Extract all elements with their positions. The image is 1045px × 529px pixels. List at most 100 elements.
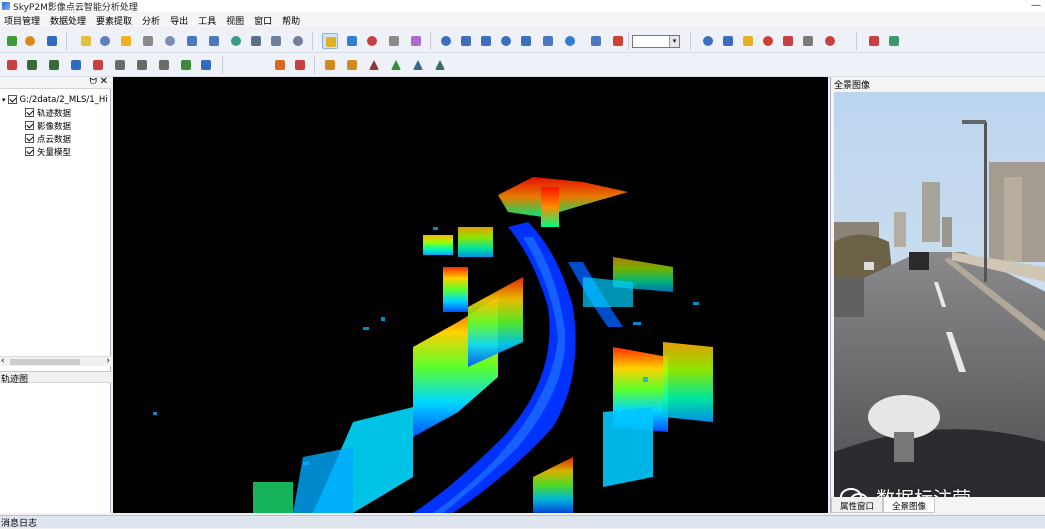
layer-b-button[interactable] [290, 33, 306, 49]
horizontal-scrollbar[interactable]: ‹ › [0, 356, 111, 366]
path-button[interactable] [562, 33, 578, 49]
delete-button[interactable] [760, 33, 776, 49]
brush-button[interactable] [292, 57, 308, 73]
tree-item-vector[interactable]: 矢量模型 [25, 145, 71, 158]
ramp-button[interactable] [366, 57, 382, 73]
checkbox[interactable] [25, 134, 34, 143]
play-button[interactable] [438, 33, 454, 49]
checkbox[interactable] [25, 108, 34, 117]
main-toolbar: ▾ [0, 29, 1045, 53]
prev-button[interactable] [498, 33, 514, 49]
save-button[interactable] [44, 33, 60, 49]
redo-icon [201, 60, 211, 70]
rectangle-button[interactable] [78, 33, 94, 49]
layers-button[interactable] [386, 33, 402, 49]
measure-button[interactable] [344, 33, 360, 49]
rotate-button[interactable] [228, 33, 244, 49]
bookmark-button[interactable] [780, 33, 796, 49]
menu-feature[interactable]: 要素提取 [92, 14, 138, 27]
tag-button[interactable] [112, 57, 128, 73]
globe-button[interactable] [97, 33, 113, 49]
pause-icon [461, 36, 471, 46]
frame-button[interactable] [800, 33, 816, 49]
cancel-button[interactable] [90, 57, 106, 73]
panorama-image[interactable]: 数据标注营 [834, 92, 1045, 497]
cross-button[interactable] [322, 57, 338, 73]
scroll-thumb[interactable] [10, 359, 80, 365]
pause-button[interactable] [458, 33, 474, 49]
tab-panorama[interactable]: 全景图像 [883, 498, 936, 513]
tree-item-trajectory[interactable]: 轨迹数据 [25, 106, 71, 119]
menu-window[interactable]: 窗口 [250, 14, 278, 27]
export-button[interactable] [866, 33, 882, 49]
trend-button[interactable] [24, 57, 40, 73]
lightbulb-button[interactable] [740, 33, 756, 49]
print-button[interactable] [822, 33, 838, 49]
redo-button[interactable] [198, 57, 214, 73]
checkbox[interactable] [7, 95, 17, 104]
tree-root[interactable]: ▾ G:/2data/2_MLS/1_Hi [2, 93, 108, 106]
menu-view[interactable]: 视图 [222, 14, 250, 27]
pin-icon[interactable]: ᗢ [90, 77, 97, 87]
zoom-out-button[interactable] [206, 33, 222, 49]
open-button[interactable] [22, 33, 38, 49]
insert-button[interactable] [540, 33, 556, 49]
minimize-button[interactable]: — [1031, 0, 1041, 11]
settings-grid-button[interactable] [886, 33, 902, 49]
zoom-in-button[interactable] [184, 33, 200, 49]
camera-button[interactable] [156, 57, 172, 73]
undo-button[interactable] [178, 57, 194, 73]
ramp-b-button[interactable] [388, 57, 404, 73]
scroll-left-icon[interactable]: ‹ [1, 356, 5, 366]
color-button[interactable] [364, 33, 380, 49]
menu-data[interactable]: 数据处理 [46, 14, 92, 27]
stop-button[interactable] [478, 33, 494, 49]
menu-tools[interactable]: 工具 [194, 14, 222, 27]
ramp-d-button[interactable] [432, 57, 448, 73]
collapse-icon[interactable]: ▾ [2, 96, 6, 104]
checkbox[interactable] [25, 121, 34, 130]
location-pin-button[interactable] [610, 33, 626, 49]
title-bar: SkyP2M影像点云智能分析处理 — [0, 0, 1045, 13]
prev-icon [501, 36, 511, 46]
play-icon [441, 36, 451, 46]
menu-help[interactable]: 帮助 [278, 14, 306, 27]
palette-icon [411, 36, 421, 46]
palette-button[interactable] [408, 33, 424, 49]
menu-export[interactable]: 导出 [166, 14, 194, 27]
pan-hand-button[interactable] [162, 33, 178, 49]
paint-button[interactable] [272, 57, 288, 73]
grid-button[interactable] [140, 33, 156, 49]
new-button[interactable] [4, 33, 20, 49]
tab-properties[interactable]: 属性窗口 [831, 498, 884, 513]
fit-button[interactable] [248, 33, 264, 49]
tree-item-imagery[interactable]: 影像数据 [25, 119, 71, 132]
location-pin-icon [613, 36, 623, 46]
message-log-bar[interactable]: 消息日志 [0, 515, 1045, 529]
eraser-button[interactable] [134, 57, 150, 73]
select-button[interactable] [322, 33, 338, 49]
checkbox[interactable] [25, 147, 34, 156]
menu-analysis[interactable]: 分析 [138, 14, 166, 27]
navigate-button[interactable] [700, 33, 716, 49]
speed-dropdown[interactable]: ▾ [632, 35, 680, 48]
bulb-button[interactable] [118, 33, 134, 49]
trend-b-button[interactable] [46, 57, 62, 73]
point-cloud-viewport[interactable] [113, 77, 828, 513]
scroll-right-icon[interactable]: › [106, 356, 110, 366]
chevron-down-icon[interactable]: ▾ [669, 36, 679, 47]
tree-item-pointcloud[interactable]: 点云数据 [25, 132, 71, 145]
cross-b-button[interactable] [344, 57, 360, 73]
clock-button[interactable] [588, 33, 604, 49]
ramp-c-button[interactable] [410, 57, 426, 73]
next-button[interactable] [518, 33, 534, 49]
close-icon[interactable]: ✕ [100, 76, 108, 87]
vector-button[interactable] [4, 57, 20, 73]
link-button[interactable] [720, 33, 736, 49]
layer-a-button[interactable] [268, 33, 284, 49]
undo-icon [181, 60, 191, 70]
info-button[interactable] [68, 57, 84, 73]
brush-icon [295, 60, 305, 70]
menu-project[interactable]: 项目管理 [0, 14, 46, 27]
panorama-title: 全景图像 [831, 77, 1045, 91]
